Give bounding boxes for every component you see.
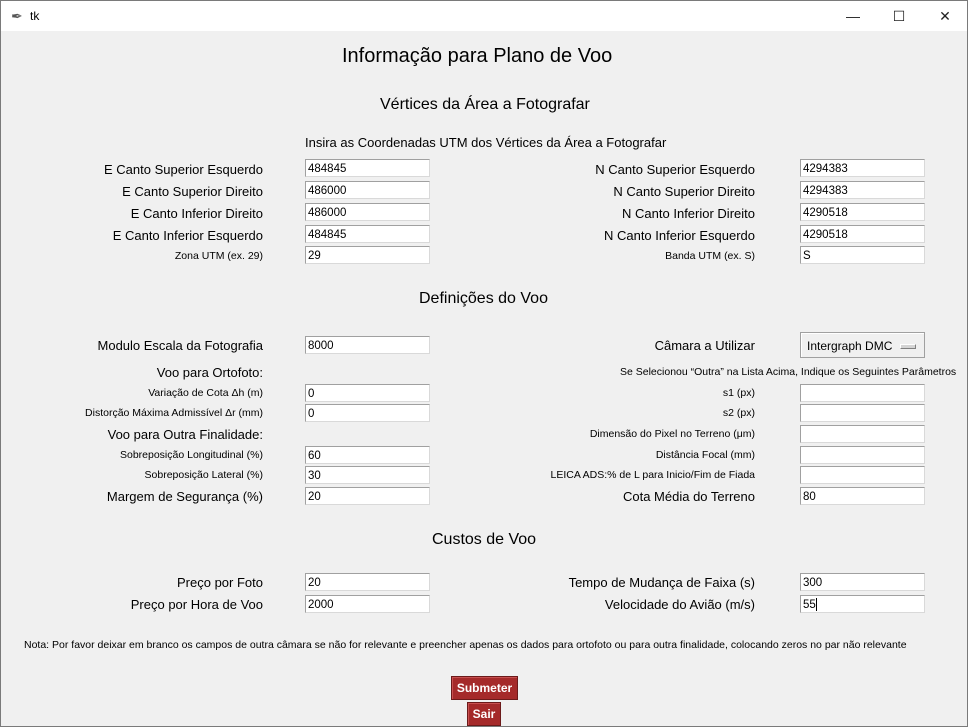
- escala-field[interactable]: 8000: [305, 336, 430, 354]
- section-title-vertices: Vértices da Área a Fotografar: [380, 96, 590, 113]
- n-sup-esq-field[interactable]: 4294383: [800, 159, 925, 177]
- s2-field[interactable]: [800, 404, 925, 422]
- sobre-lat-field[interactable]: 30: [305, 466, 430, 484]
- camara-select-value: Intergraph DMC: [807, 339, 893, 353]
- s1-field[interactable]: [800, 384, 925, 402]
- n-inf-esq-label: N Canto Inferior Esquerdo: [603, 228, 755, 243]
- e-inf-esq-label: E Canto Inferior Esquerdo: [112, 228, 263, 243]
- n-inf-esq-field[interactable]: 4290518: [800, 225, 925, 243]
- sobre-long-field[interactable]: 60: [305, 446, 430, 464]
- banda-label: Banda UTM (ex. S): [665, 250, 755, 262]
- n-inf-dir-field[interactable]: 4290518: [800, 203, 925, 221]
- sobre-long-label: Sobreposição Longitudinal (%): [119, 449, 263, 461]
- window-title: tk: [30, 9, 40, 23]
- n-sup-esq-label: N Canto Superior Esquerdo: [595, 162, 755, 177]
- camara-label: Câmara a Utilizar: [654, 338, 755, 353]
- cota-label: Variação de Cota Δh (m): [148, 387, 263, 399]
- preco-foto-label: Preço por Foto: [177, 575, 263, 590]
- e-inf-dir-field[interactable]: 486000: [305, 203, 430, 221]
- zona-field[interactable]: 29: [305, 246, 430, 264]
- dropdown-indicator-icon: [900, 344, 916, 349]
- outra-finalidade-label: Voo para Outra Finalidade:: [107, 427, 263, 442]
- e-sup-esq-field[interactable]: 484845: [305, 159, 430, 177]
- e-inf-esq-field[interactable]: 484845: [305, 225, 430, 243]
- tempo-faixa-label: Tempo de Mudança de Faixa (s): [568, 575, 755, 590]
- focal-label: Distância Focal (mm): [655, 449, 755, 461]
- tempo-faixa-field[interactable]: 300: [800, 573, 925, 591]
- velocidade-field[interactable]: 55: [800, 595, 925, 613]
- s2-label: s2 (px): [722, 407, 755, 419]
- n-sup-dir-field[interactable]: 4294383: [800, 181, 925, 199]
- distorcao-field[interactable]: 0: [305, 404, 430, 422]
- zona-label: Zona UTM (ex. 29): [174, 250, 263, 262]
- preco-hora-label: Preço por Hora de Voo: [130, 597, 263, 612]
- s1-label: s1 (px): [722, 387, 755, 399]
- e-sup-dir-field[interactable]: 486000: [305, 181, 430, 199]
- submeter-button[interactable]: Submeter: [451, 676, 518, 700]
- leica-field[interactable]: [800, 466, 925, 484]
- pixel-field[interactable]: [800, 425, 925, 443]
- sair-button[interactable]: Sair: [467, 702, 501, 726]
- text-cursor: [815, 598, 817, 612]
- camara-select[interactable]: Intergraph DMC: [800, 332, 925, 358]
- n-sup-dir-label: N Canto Superior Direito: [613, 184, 755, 199]
- cota-field[interactable]: 0: [305, 384, 430, 402]
- outra-camara-note: Se Selecionou “Outra” na Lista Acima, In…: [620, 366, 957, 378]
- cota-media-field[interactable]: 80: [800, 487, 925, 505]
- page-title: Informação para Plano de Voo: [342, 45, 613, 67]
- focal-field[interactable]: [800, 446, 925, 464]
- section-title-definicoes: Definições do Voo: [419, 290, 548, 307]
- distorcao-label: Distorção Máxima Admissível Δr (mm): [85, 407, 263, 419]
- section-title-custos: Custos de Voo: [432, 531, 537, 548]
- vertices-instruction: Insira as Coordenadas UTM dos Vértices d…: [305, 135, 667, 150]
- maximize-button[interactable]: ☐: [876, 1, 922, 31]
- cota-media-label: Cota Média do Terreno: [622, 489, 755, 504]
- minimize-button[interactable]: —: [830, 1, 876, 31]
- velocidade-value: 55: [803, 599, 816, 611]
- e-inf-dir-label: E Canto Inferior Direito: [130, 206, 263, 221]
- banda-field[interactable]: S: [800, 246, 925, 264]
- preco-foto-field[interactable]: 20: [305, 573, 430, 591]
- title-bar: ✒ tk — ☐ ✕: [1, 1, 967, 31]
- nota-text: Nota: Por favor deixar em branco os camp…: [24, 639, 907, 651]
- e-sup-dir-label: E Canto Superior Direito: [122, 184, 263, 199]
- e-sup-esq-label: E Canto Superior Esquerdo: [104, 162, 263, 177]
- app-window: ✒ tk — ☐ ✕ Informação para Plano de Voo …: [0, 0, 968, 727]
- preco-hora-field[interactable]: 2000: [305, 595, 430, 613]
- ortofoto-label: Voo para Ortofoto:: [156, 365, 263, 380]
- feather-icon: ✒: [11, 8, 23, 24]
- leica-label: LEICA ADS:% de L para Inicio/Fim de Fiad…: [550, 469, 755, 481]
- margem-label: Margem de Segurança (%): [106, 489, 263, 504]
- n-inf-dir-label: N Canto Inferior Direito: [622, 206, 755, 221]
- pixel-label: Dimensão do Pixel no Terreno (μm): [589, 428, 755, 440]
- velocidade-label: Velocidade do Avião (m/s): [604, 597, 755, 612]
- escala-label: Modulo Escala da Fotografia: [97, 338, 263, 353]
- sobre-lat-label: Sobreposição Lateral (%): [144, 469, 263, 481]
- margem-field[interactable]: 20: [305, 487, 430, 505]
- close-button[interactable]: ✕: [922, 1, 968, 31]
